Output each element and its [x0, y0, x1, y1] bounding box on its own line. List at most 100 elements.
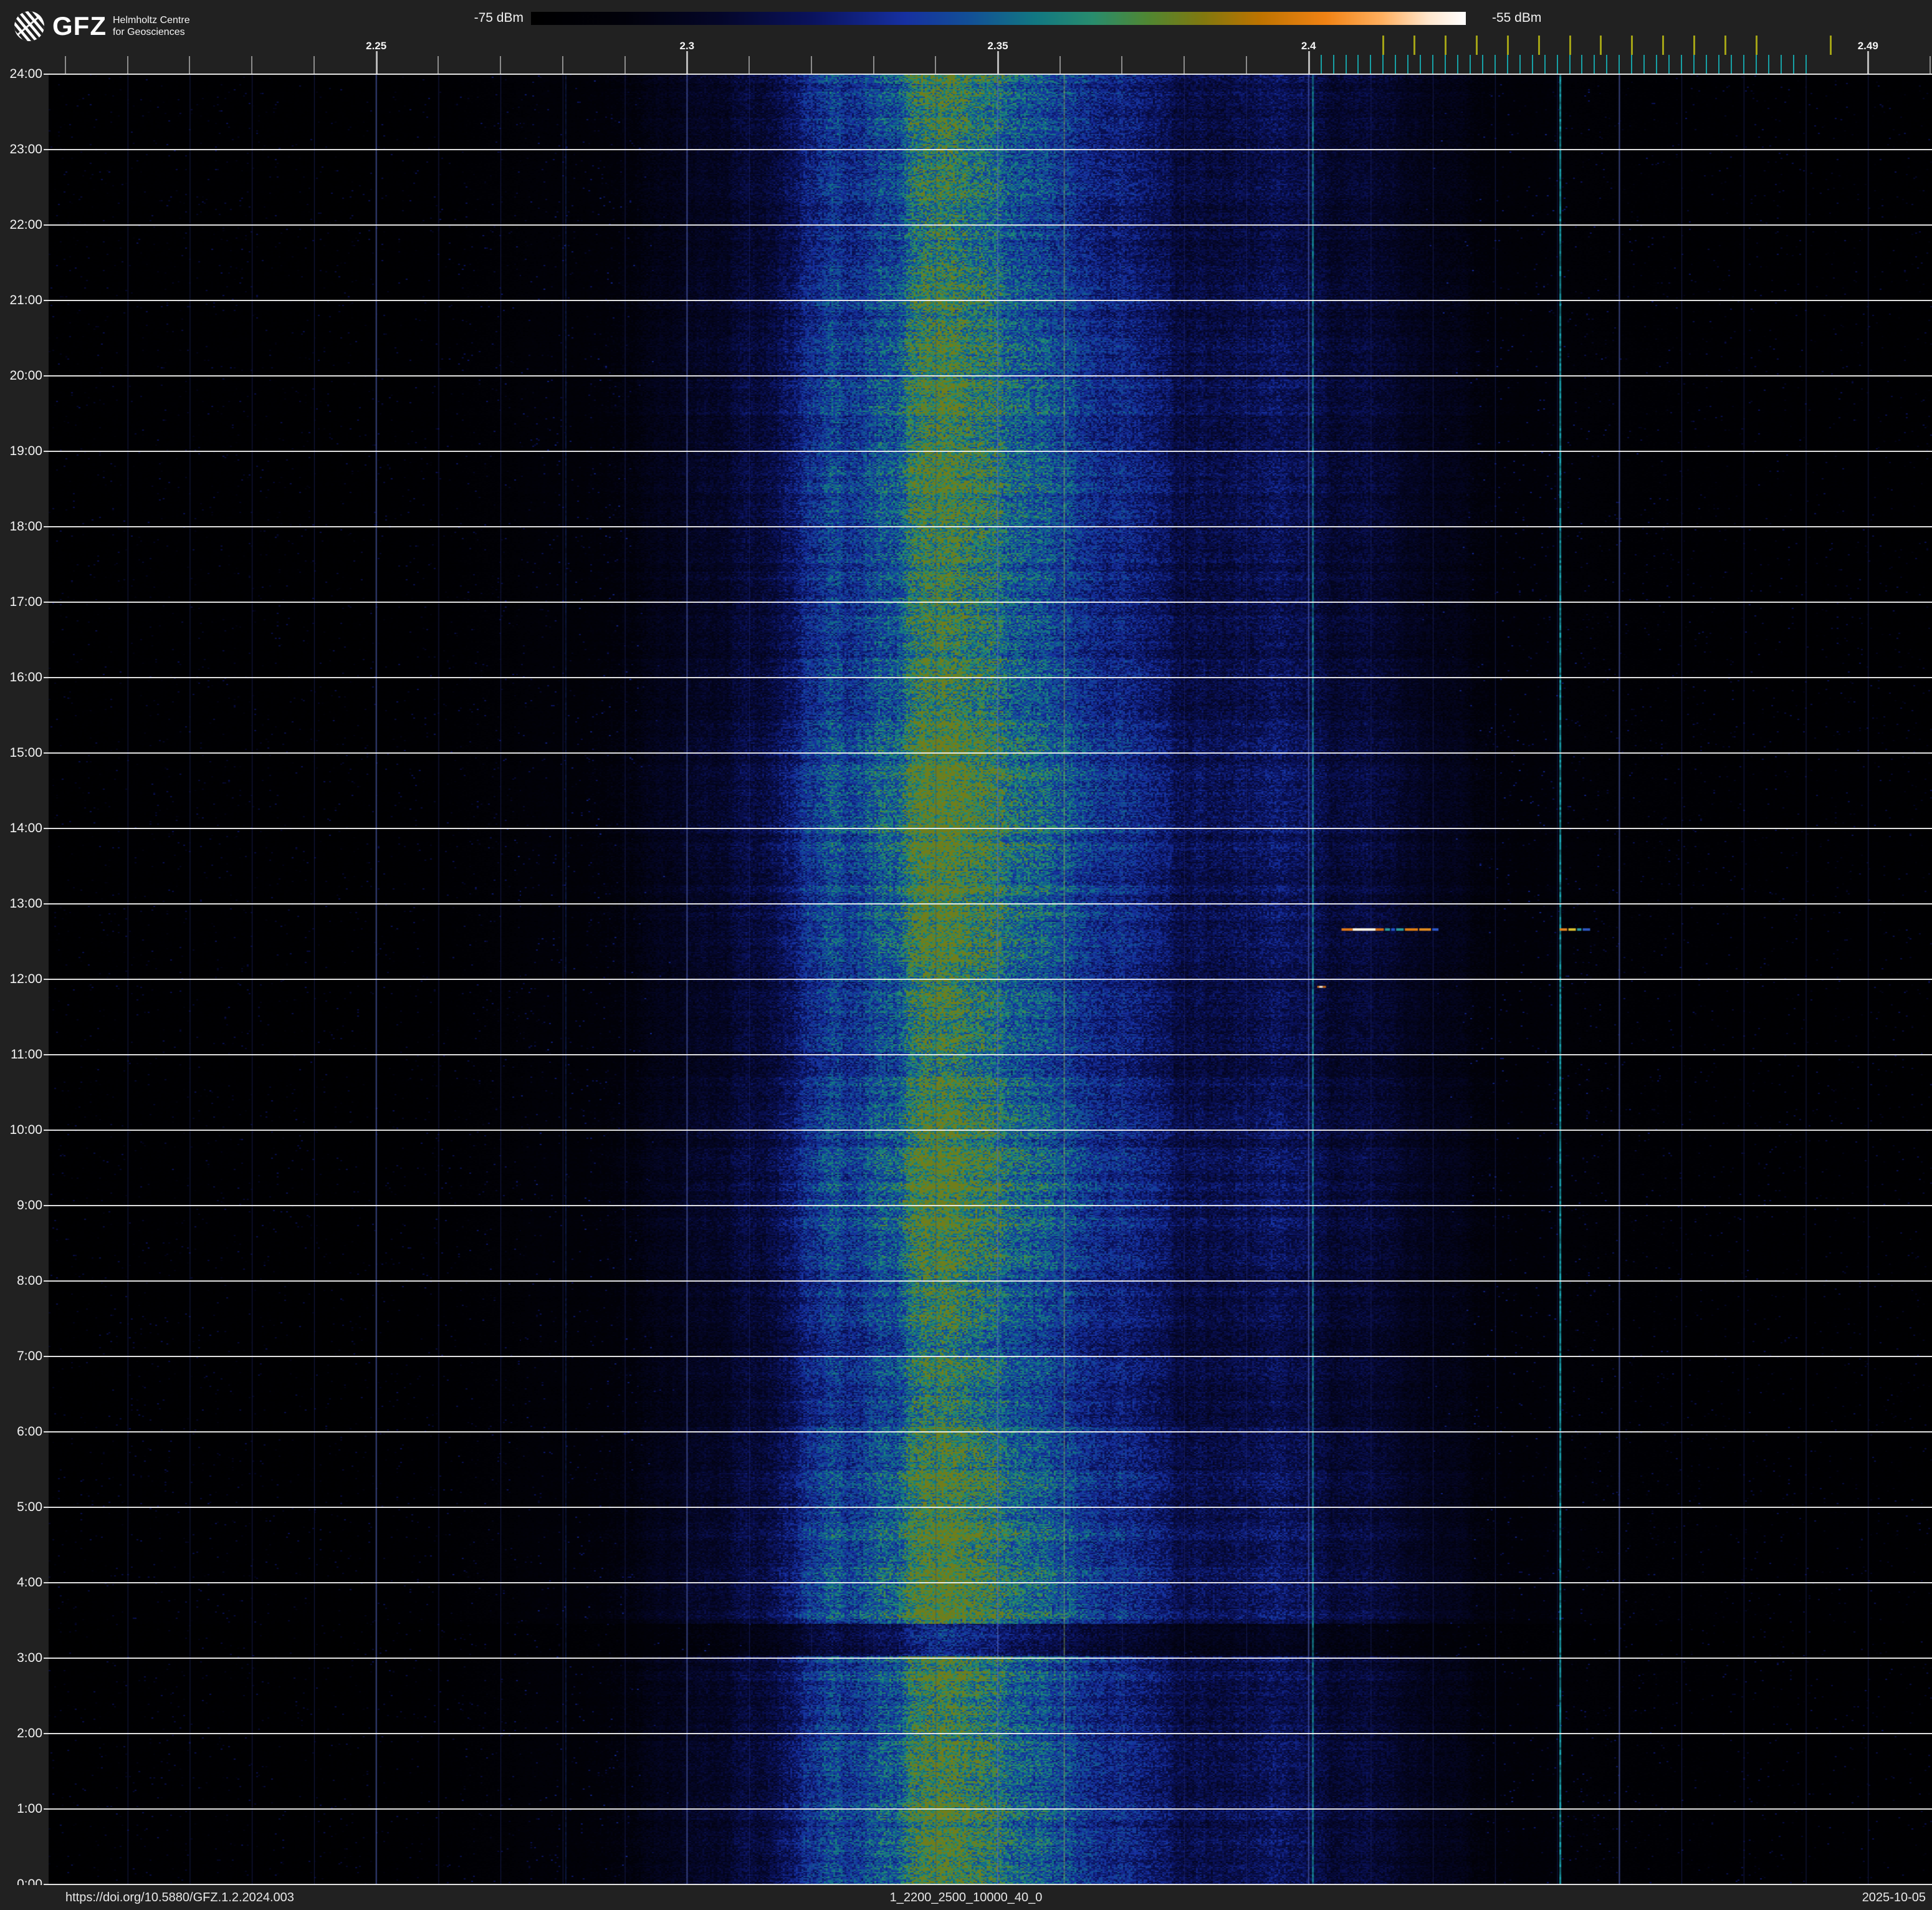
ble-channel-tick — [1382, 55, 1384, 74]
wifi-channel-tick — [1475, 36, 1478, 55]
freq-tick-major — [1867, 51, 1870, 74]
hour-label: 17:00 — [9, 595, 42, 609]
freq-tick-minor — [748, 56, 750, 74]
ble-channel-tick — [1668, 55, 1670, 74]
hour-gridline — [44, 1205, 1932, 1206]
ble-channel-tick — [1631, 55, 1633, 74]
hour-label: 10:00 — [9, 1123, 42, 1137]
ble-channel-tick — [1556, 55, 1558, 74]
wifi-channel-tick — [1537, 36, 1540, 55]
gfz-logo: GFZ Helmholtz Centre for Geosciences — [14, 10, 190, 42]
ble-channel-tick — [1395, 55, 1397, 74]
freq-tick-minor — [500, 56, 502, 74]
ble-channel-tick — [1792, 55, 1794, 74]
hour-label: 1:00 — [17, 1802, 42, 1816]
hour-gridline — [44, 526, 1932, 527]
freq-tick-minor — [1184, 56, 1185, 74]
hour-gridline — [44, 752, 1932, 754]
ble-channel-tick — [1643, 55, 1645, 74]
hour-label: 22:00 — [9, 218, 42, 232]
logo-abbr: GFZ — [52, 11, 107, 41]
hour-label: 19:00 — [9, 444, 42, 458]
wifi-channel-tick — [1382, 36, 1385, 55]
freq-label: 2.49 — [1857, 40, 1878, 52]
hour-label: 11:00 — [11, 1047, 42, 1062]
freq-tick-minor — [313, 56, 315, 74]
freq-tick-major — [1308, 51, 1310, 74]
hour-gridline — [44, 1507, 1932, 1508]
hour-label: 13:00 — [9, 896, 42, 911]
ble-channel-tick — [1606, 55, 1608, 74]
freq-label: 2.25 — [366, 40, 387, 52]
hour-gridline — [44, 602, 1932, 603]
ble-channel-tick — [1320, 55, 1322, 74]
hour-gridline — [44, 903, 1932, 905]
hour-label: 5:00 — [17, 1500, 42, 1514]
freq-tick-major — [686, 51, 689, 74]
ble-channel-tick — [1656, 55, 1658, 74]
freq-label: 2.35 — [987, 40, 1008, 52]
hour-gridline — [44, 1582, 1932, 1583]
ble-channel-tick — [1681, 55, 1683, 74]
ble-channel-tick — [1693, 55, 1695, 74]
hour-gridline — [44, 677, 1932, 678]
freq-label: 2.4 — [1301, 40, 1316, 52]
ble-channel-tick — [1345, 55, 1347, 74]
wifi-channel-tick — [1693, 36, 1695, 55]
ble-channel-tick — [1370, 55, 1372, 74]
hour-label: 14:00 — [9, 821, 42, 835]
logo-subtitle: Helmholtz Centre for Geosciences — [113, 14, 190, 38]
hour-gridline — [44, 1356, 1932, 1357]
wifi-channel-tick — [1413, 36, 1416, 55]
ble-channel-tick — [1705, 55, 1707, 74]
ble-channel-tick — [1519, 55, 1521, 74]
freq-tick-minor — [65, 56, 66, 74]
ble-channel-tick — [1445, 55, 1447, 74]
freq-tick-minor — [935, 56, 937, 74]
wifi-channel-tick — [1506, 36, 1509, 55]
footer-bar: https://doi.org/10.5880/GFZ.1.2.2024.003… — [0, 1885, 1932, 1910]
hour-label: 16:00 — [9, 670, 42, 684]
ble-channel-tick — [1767, 55, 1769, 74]
wifi-channel-tick — [1662, 36, 1665, 55]
hour-label: 24:00 — [9, 67, 42, 81]
hour-label: 23:00 — [9, 142, 42, 156]
spectrogram-viewer: GFZ Helmholtz Centre for Geosciences -75… — [0, 0, 1932, 1910]
hour-label: 12:00 — [9, 972, 42, 986]
hour-label: 3:00 — [17, 1651, 42, 1665]
wifi-channel-tick — [1755, 36, 1757, 55]
ble-channel-tick — [1469, 55, 1471, 74]
ble-channel-tick — [1506, 55, 1508, 74]
hour-gridline — [44, 451, 1932, 452]
hour-gridline — [44, 149, 1932, 150]
ble-channel-tick — [1805, 55, 1807, 74]
freq-tick-minor — [438, 56, 439, 74]
logo-subtitle-line1: Helmholtz Centre — [112, 15, 190, 26]
hour-label: 21:00 — [9, 293, 42, 307]
ble-channel-tick — [1420, 55, 1422, 74]
hour-gridline — [44, 1130, 1932, 1131]
ble-channel-tick — [1494, 55, 1496, 74]
hour-gridline — [44, 1054, 1932, 1055]
ble-channel-tick — [1569, 55, 1571, 74]
hour-label: 18:00 — [9, 519, 42, 534]
hour-label: 15:00 — [9, 746, 42, 760]
hour-label: 7:00 — [17, 1349, 42, 1363]
hour-gridline — [44, 74, 1932, 75]
gfz-logo-icon — [14, 11, 45, 42]
ble-channel-tick — [1718, 55, 1719, 74]
freq-tick-major — [375, 51, 378, 74]
hour-label: 20:00 — [9, 368, 42, 383]
ble-channel-tick — [1531, 55, 1533, 74]
ble-channel-tick — [1357, 55, 1359, 74]
hour-gridline — [44, 1658, 1932, 1659]
dataset-id: 1_2200_2500_10000_40_0 — [889, 1891, 1043, 1904]
ble-channel-tick — [1332, 55, 1334, 74]
wifi-channel-tick — [1724, 36, 1726, 55]
freq-tick-minor — [624, 56, 626, 74]
freq-tick-minor — [251, 56, 253, 74]
wifi-channel-tick — [1445, 36, 1447, 55]
freq-tick-minor — [562, 56, 563, 74]
colorbar-max-label: -55 dBm — [1492, 11, 1542, 25]
freq-tick-minor — [1245, 56, 1247, 74]
